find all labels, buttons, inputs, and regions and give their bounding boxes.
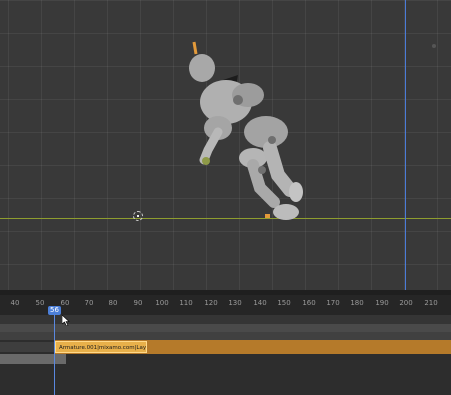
tick-label: 200: [399, 299, 413, 307]
tick-label: 140: [253, 299, 267, 307]
character-model[interactable]: [178, 40, 313, 225]
tick-label: 210: [424, 299, 438, 307]
tick-label: 90: [133, 299, 143, 307]
track-row[interactable]: [0, 354, 66, 364]
3d-viewport[interactable]: [0, 0, 451, 290]
track-row[interactable]: [0, 332, 451, 340]
object-origin-icon[interactable]: [133, 211, 143, 221]
timeline-ruler[interactable]: 40 50 60 70 80 90 100 110 120 130 140 15…: [0, 295, 451, 315]
mouse-cursor-icon: [62, 315, 70, 326]
tick-label: 50: [35, 299, 45, 307]
track-row[interactable]: [0, 342, 54, 352]
tick-label: 180: [350, 299, 364, 307]
tick-label: 100: [155, 299, 169, 307]
tick-label: 170: [326, 299, 340, 307]
tick-label: 80: [108, 299, 118, 307]
viewport-frame-marker: [405, 0, 406, 290]
tick-label: 190: [375, 299, 389, 307]
current-frame-indicator[interactable]: 56: [48, 306, 61, 315]
tick-label: 40: [10, 299, 20, 307]
action-strip-label[interactable]: Armature.001|mixamo.com|Layer0: [55, 341, 147, 353]
tick-label: 70: [84, 299, 94, 307]
viewport-dot: [432, 44, 436, 48]
tick-label: 120: [204, 299, 218, 307]
current-frame-line[interactable]: [54, 306, 55, 395]
tick-label: 160: [302, 299, 316, 307]
tick-label: 110: [179, 299, 193, 307]
tick-label: 130: [228, 299, 242, 307]
tick-label: 150: [277, 299, 291, 307]
tick-label: 60: [60, 299, 70, 307]
